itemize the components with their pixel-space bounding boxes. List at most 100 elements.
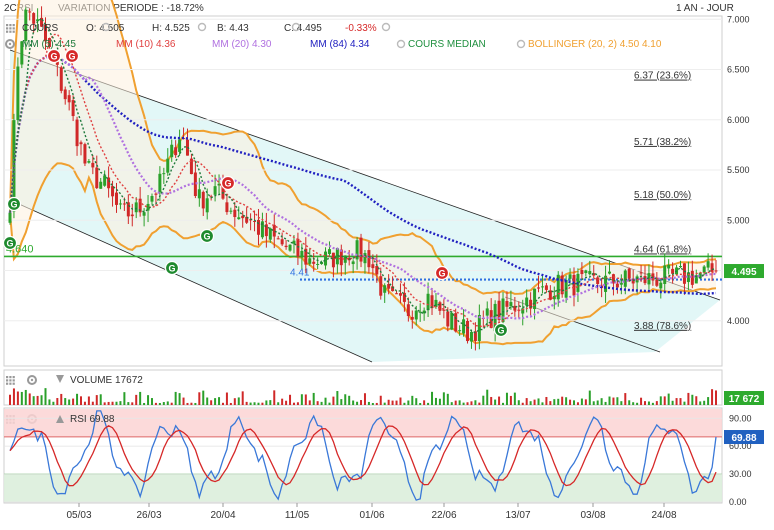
candle-body bbox=[63, 89, 67, 100]
candle-body bbox=[107, 177, 111, 189]
signal-letter: G bbox=[438, 269, 445, 279]
signal-marker[interactable]: G bbox=[6, 196, 22, 212]
candle-body bbox=[79, 142, 83, 145]
signal-marker[interactable]: G bbox=[46, 48, 62, 64]
volume-bar bbox=[249, 402, 252, 405]
candle-body bbox=[477, 314, 481, 342]
volume-bar bbox=[285, 400, 288, 405]
candle-body bbox=[458, 330, 462, 332]
candle-body bbox=[568, 274, 572, 279]
candle-body bbox=[95, 167, 99, 189]
candle-body bbox=[375, 265, 379, 275]
volume-bar bbox=[289, 394, 292, 405]
candle-body bbox=[608, 271, 612, 274]
volume-bar bbox=[596, 400, 599, 405]
volume-bar bbox=[545, 396, 548, 405]
volume-bar bbox=[565, 397, 568, 405]
volume-bar bbox=[711, 389, 714, 405]
candle-body bbox=[667, 264, 671, 269]
volume-bar bbox=[174, 391, 177, 405]
volume-bar bbox=[450, 402, 453, 405]
candle-body bbox=[150, 196, 154, 202]
candle-body bbox=[59, 67, 63, 91]
price-tick-label: 5.500 bbox=[727, 165, 750, 175]
rsi-tick-label: 90.00 bbox=[729, 413, 752, 423]
volume-bar bbox=[253, 402, 256, 405]
signal-marker[interactable]: G bbox=[2, 235, 18, 251]
legend-mm5: MM (5) 4.45 bbox=[22, 39, 76, 50]
volume-bar bbox=[395, 400, 398, 405]
signal-letter: G bbox=[10, 200, 17, 210]
candle-body bbox=[118, 203, 122, 205]
stock-chart: 4.0004.5005.0005.5006.0006.5007.0004.640… bbox=[2, 0, 764, 521]
volume-bar bbox=[154, 402, 157, 405]
grid-dot bbox=[9, 379, 12, 382]
signal-marker[interactable]: G bbox=[220, 175, 236, 191]
volume-bar bbox=[391, 400, 394, 405]
volume-bar bbox=[659, 396, 662, 405]
candle-body bbox=[450, 312, 454, 330]
volume-bar bbox=[442, 392, 445, 405]
volume-bar bbox=[292, 402, 295, 405]
volume-bar bbox=[296, 402, 299, 405]
candle-body bbox=[170, 144, 174, 158]
candle-body bbox=[682, 263, 686, 284]
volume-bar bbox=[198, 392, 201, 405]
candle-body bbox=[655, 280, 659, 286]
price-tick-label: 6.500 bbox=[727, 65, 750, 75]
fibonacci-label: 5.18 (50.0%) bbox=[634, 190, 691, 201]
signal-letter: G bbox=[168, 264, 175, 274]
signal-marker[interactable]: G bbox=[199, 228, 215, 244]
signal-marker[interactable]: G bbox=[434, 265, 450, 281]
candle-body bbox=[99, 181, 103, 189]
volume-bar bbox=[407, 400, 410, 405]
candle-body bbox=[288, 244, 292, 251]
candle-body bbox=[406, 304, 410, 317]
candle-body bbox=[276, 238, 280, 240]
fibonacci-label: 4.64 (61.8%) bbox=[634, 244, 691, 255]
candle-body bbox=[525, 297, 529, 306]
rsi-tag: 69.88 bbox=[724, 430, 764, 445]
volume-bar bbox=[241, 391, 244, 405]
volume-bar bbox=[60, 393, 63, 405]
volume-bar bbox=[316, 401, 319, 405]
grid-dot bbox=[9, 382, 12, 385]
signal-marker[interactable]: G bbox=[64, 48, 80, 64]
legend-median: COURS MEDIAN bbox=[408, 39, 486, 50]
volume-bar bbox=[40, 395, 43, 405]
volume-bar bbox=[131, 402, 134, 405]
candle-body bbox=[308, 258, 312, 264]
grid-dot bbox=[9, 30, 12, 33]
volume-bar bbox=[387, 399, 390, 405]
candle-body bbox=[639, 272, 643, 274]
candle-body bbox=[351, 261, 355, 265]
volume-bar bbox=[431, 391, 434, 405]
fibonacci-label: 5.71 (38.2%) bbox=[634, 137, 691, 148]
volume-bar bbox=[111, 401, 114, 405]
rsi-label: RSI 69.88 bbox=[70, 414, 115, 425]
volume-bar bbox=[221, 402, 224, 405]
volume-bar bbox=[261, 402, 264, 405]
volume-bar bbox=[399, 397, 402, 405]
grid-dot bbox=[6, 376, 9, 379]
grid-icon[interactable] bbox=[6, 376, 15, 385]
signal-marker[interactable]: G bbox=[493, 322, 509, 338]
candle-body bbox=[505, 301, 509, 307]
legend-cours: COURS bbox=[22, 23, 58, 34]
candle-body bbox=[284, 245, 288, 248]
candle-body bbox=[359, 237, 363, 262]
volume-bar bbox=[584, 399, 587, 405]
legend-mm84: MM (84) 4.34 bbox=[310, 39, 370, 50]
grid-icon[interactable] bbox=[6, 24, 15, 33]
grid-dot bbox=[12, 24, 15, 27]
volume-bar bbox=[68, 399, 71, 405]
current-price-tag: 4.495 bbox=[724, 264, 764, 279]
rsi-tick-label: 30.00 bbox=[729, 469, 752, 479]
volume-bar bbox=[363, 393, 366, 405]
volume-bar bbox=[178, 393, 181, 405]
volume-bar bbox=[537, 398, 540, 405]
volume-bar bbox=[237, 397, 240, 405]
signal-marker[interactable]: G bbox=[164, 260, 180, 276]
volume-bar bbox=[505, 392, 508, 405]
candle-body bbox=[596, 277, 600, 284]
